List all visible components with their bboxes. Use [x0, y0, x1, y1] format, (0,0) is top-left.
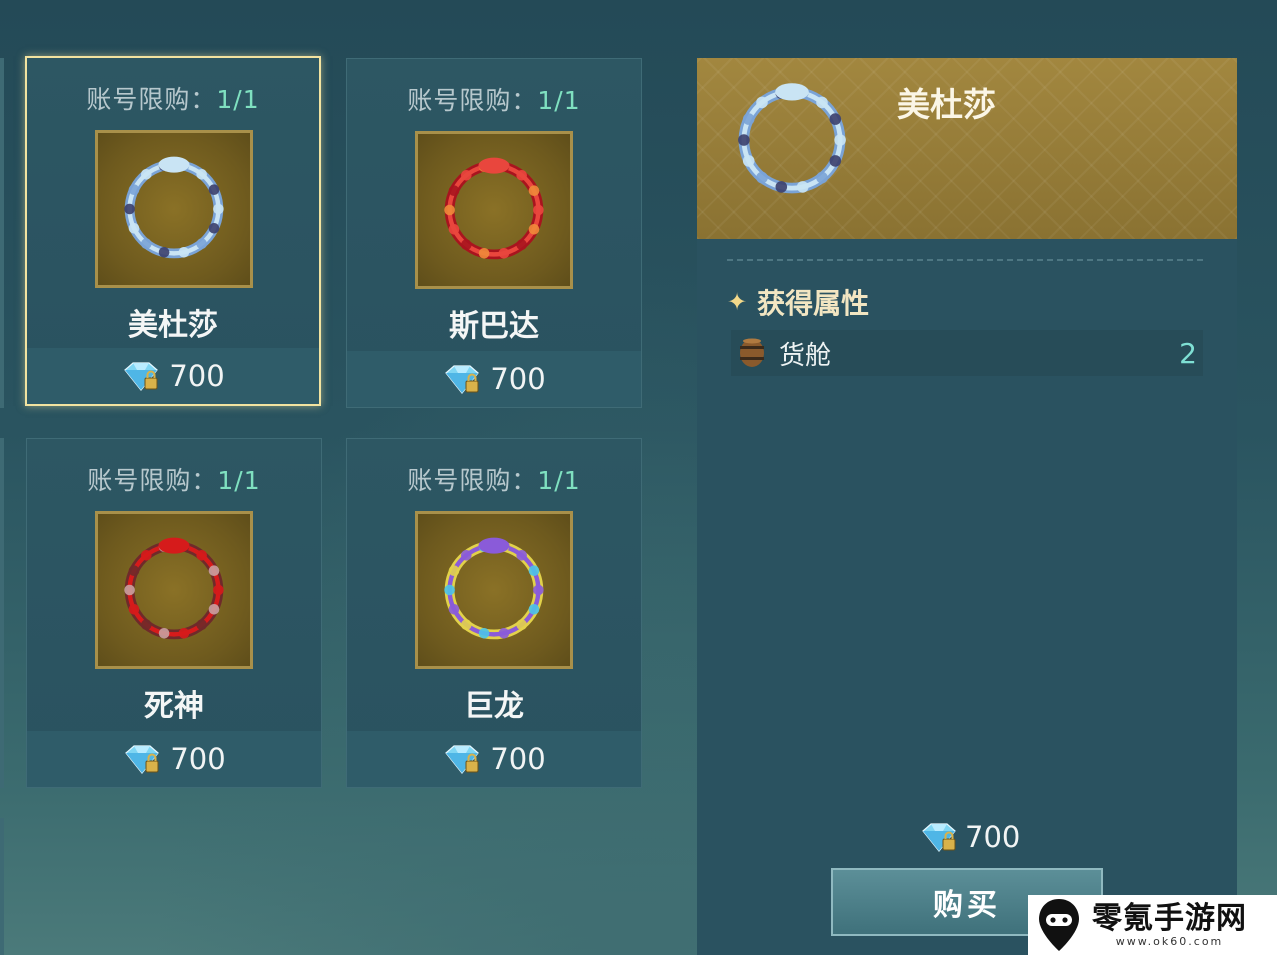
item-thumbnail — [415, 511, 573, 669]
purchase-limit: 账号限购：1/1 — [407, 86, 581, 115]
sparkle-icon: ✦ — [727, 288, 748, 316]
shop-item-card[interactable]: 账号限购：1/1 美杜莎 700 — [25, 56, 321, 406]
item-price: 700 — [27, 731, 321, 787]
ring-frame-icon — [444, 537, 544, 640]
detail-title: 美杜莎 — [897, 85, 996, 124]
gamepad-pin-logo — [1039, 899, 1079, 951]
diamond-lock-icon — [125, 745, 160, 774]
attribute-label: 货舱 — [779, 340, 832, 371]
detail-header: 美杜莎 — [697, 58, 1237, 239]
purchase-limit: 账号限购：1/1 — [86, 85, 260, 114]
diamond-lock-icon — [124, 362, 159, 391]
offscreen-card-edge — [0, 58, 4, 408]
item-thumbnail — [95, 511, 253, 669]
purchase-limit: 账号限购：1/1 — [407, 466, 581, 495]
site-watermark: 零氪手游网 www.ok60.com — [1028, 895, 1277, 955]
detail-price: 700 — [919, 820, 1020, 854]
item-name: 死神 — [144, 689, 204, 724]
item-price: 700 — [347, 351, 641, 407]
item-name: 美杜莎 — [128, 308, 218, 343]
item-thumbnail — [415, 131, 573, 289]
purchase-limit: 账号限购：1/1 — [87, 466, 261, 495]
ring-frame-icon — [444, 157, 544, 260]
attribute-value: 2 — [1179, 336, 1197, 370]
item-price: 700 — [347, 731, 641, 787]
divider — [727, 259, 1203, 261]
attribute-row: 货舱 2 — [731, 330, 1203, 376]
diamond-lock-icon — [445, 745, 480, 774]
item-name: 巨龙 — [464, 689, 524, 724]
attributes-heading: ✦ 获得属性 — [727, 287, 870, 320]
ring-frame-icon — [738, 83, 846, 194]
item-price: 700 — [27, 348, 319, 404]
item-thumbnail — [95, 130, 253, 288]
shop-item-card[interactable]: 账号限购：1/1 死神 700 — [26, 438, 322, 788]
offscreen-card-edge — [0, 438, 4, 788]
diamond-lock-icon — [445, 365, 480, 394]
shop-item-card[interactable]: 账号限购：1/1 斯巴达 700 — [346, 58, 642, 408]
ring-frame-icon — [124, 156, 224, 259]
item-name: 斯巴达 — [449, 309, 539, 344]
ring-frame-icon — [124, 537, 224, 640]
offscreen-card-edge — [0, 818, 4, 955]
shop-item-card[interactable]: 账号限购：1/1 巨龙 700 — [346, 438, 642, 788]
diamond-lock-icon — [922, 823, 956, 852]
barrel-icon — [740, 338, 764, 367]
item-detail-panel: 美杜莎 ✦ 获得属性 货舱 2 700 购买 — [697, 58, 1237, 955]
